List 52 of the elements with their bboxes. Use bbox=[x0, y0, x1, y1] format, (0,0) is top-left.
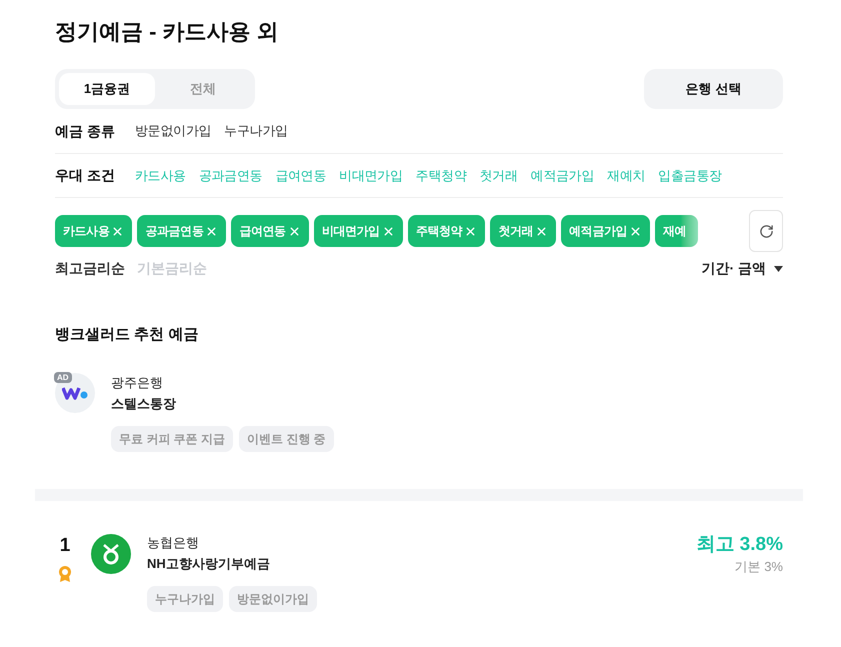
ad-badge: AD bbox=[54, 372, 72, 382]
filter-option[interactable]: 방문없이가입 bbox=[135, 121, 212, 141]
bank-name: 농협은행 bbox=[147, 534, 200, 552]
segment-tab[interactable]: 전체 bbox=[155, 73, 251, 105]
caret-icon bbox=[774, 266, 783, 272]
filter-option[interactable]: 재예치 bbox=[607, 166, 646, 186]
remove-icon[interactable] bbox=[111, 224, 124, 238]
product-name: 스텔스통장 bbox=[111, 395, 177, 413]
base-rate: 기본 3% bbox=[734, 558, 783, 576]
tag: 이벤트 진행 중 bbox=[239, 426, 334, 452]
filter-option[interactable]: 주택청약 bbox=[416, 166, 466, 186]
filter-option[interactable]: 첫거래 bbox=[479, 166, 518, 186]
filter-chip[interactable]: 첫거래 bbox=[490, 215, 556, 247]
filter-option[interactable]: 공과금연동 bbox=[198, 166, 262, 186]
filter-chip[interactable]: 비대면가입 bbox=[314, 215, 403, 247]
remove-icon[interactable] bbox=[382, 224, 395, 238]
remove-icon[interactable] bbox=[464, 224, 478, 238]
filter-option[interactable]: 입출금통장 bbox=[658, 166, 722, 186]
remove-icon[interactable] bbox=[535, 224, 548, 238]
max-rate: 최고 3.8% bbox=[696, 532, 783, 556]
filter-label: 우대 조건 bbox=[55, 166, 116, 185]
filter-chip[interactable]: 예적금가입 bbox=[561, 215, 650, 247]
filter-option[interactable]: 예적금가입 bbox=[530, 166, 594, 186]
bank-name: 광주은행 bbox=[111, 374, 164, 392]
filter-chip[interactable]: 공과금연동 bbox=[137, 215, 226, 247]
wave-logo-icon bbox=[62, 386, 88, 400]
filter-chip[interactable]: 카드사용 bbox=[55, 215, 132, 247]
section-title: 뱅크샐러드 추천 예금 bbox=[55, 325, 200, 345]
filter-chip[interactable]: 주택청약 bbox=[408, 215, 486, 247]
product-name: NH고향사랑기부예금 bbox=[147, 555, 271, 573]
filter-chip[interactable]: 재예 bbox=[655, 215, 698, 247]
filter-option[interactable]: 비대면가입 bbox=[339, 166, 403, 186]
remove-icon[interactable] bbox=[205, 224, 218, 238]
tag: 무료 커피 쿠폰 지급 bbox=[111, 426, 234, 452]
segment-tab[interactable]: 1금융권 bbox=[59, 73, 155, 105]
filter-label: 예금 종류 bbox=[55, 122, 116, 140]
medal-icon bbox=[58, 564, 72, 582]
period-filter-dropdown[interactable]: 기간· 금액 bbox=[701, 258, 783, 279]
reset-button[interactable] bbox=[749, 210, 783, 252]
filter-chip[interactable]: 급여연동 bbox=[231, 215, 309, 247]
remove-icon[interactable] bbox=[288, 224, 301, 238]
remove-icon[interactable] bbox=[629, 224, 642, 238]
filter-option[interactable]: 카드사용 bbox=[135, 166, 186, 186]
page-title: 정기예금 - 카드사용 외 bbox=[55, 18, 280, 46]
tag: 방문없이가입 bbox=[229, 586, 317, 612]
filter-option[interactable]: 급여연동 bbox=[275, 166, 326, 186]
bank-select-button[interactable]: 은행 선택 bbox=[644, 69, 783, 109]
filter-option[interactable]: 누구나가입 bbox=[224, 121, 288, 141]
rank-number: 1 bbox=[60, 534, 70, 558]
tag: 누구나가입 bbox=[147, 586, 223, 612]
refresh-icon bbox=[758, 224, 774, 238]
sort-option[interactable]: 최고금리순 bbox=[55, 258, 125, 279]
